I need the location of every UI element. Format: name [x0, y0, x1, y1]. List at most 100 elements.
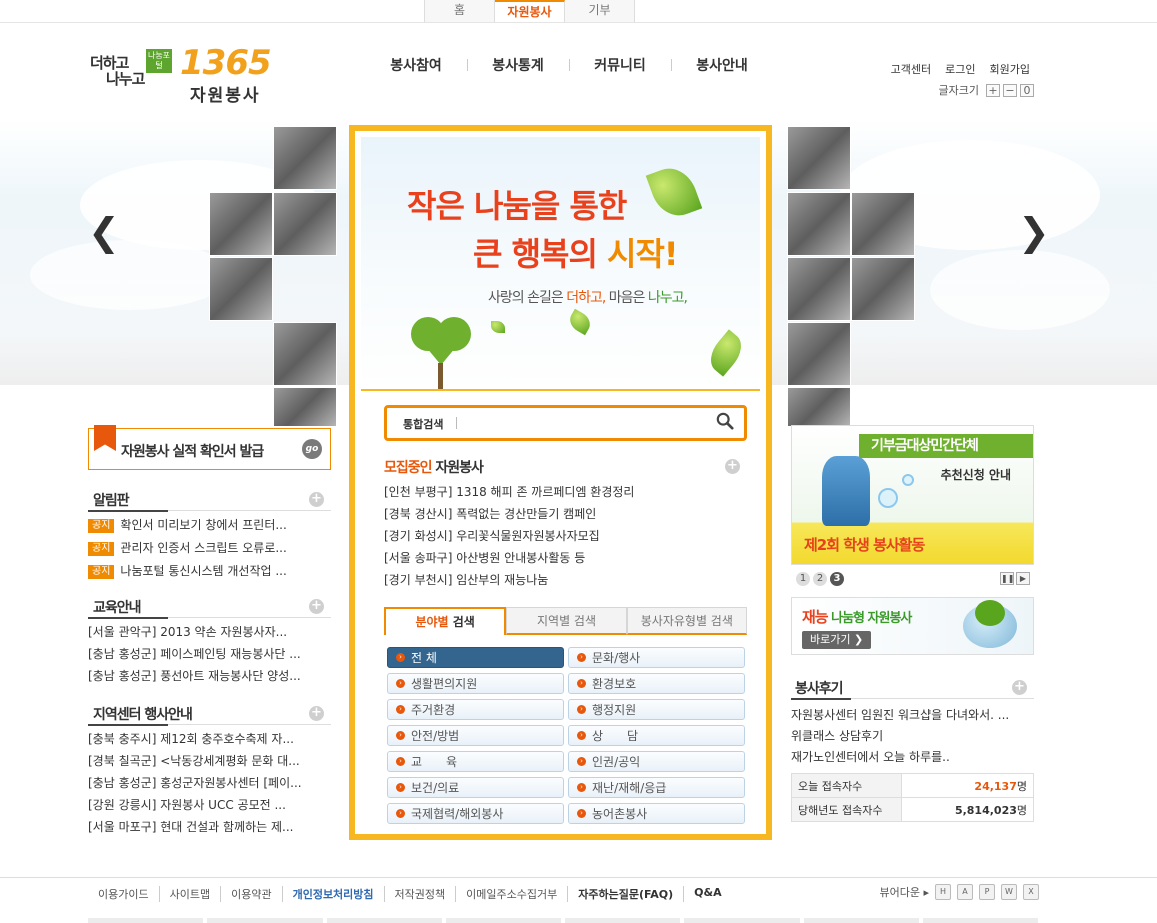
- prev-arrow-icon[interactable]: ❮: [88, 210, 120, 254]
- hwp-viewer-icon[interactable]: H: [935, 884, 951, 900]
- list-item[interactable]: 재가노인센터에서 오늘 하루를..: [791, 747, 1009, 768]
- list-item[interactable]: [서울 송파구] 아산병원 안내봉사활동 등: [384, 547, 634, 569]
- list-item[interactable]: [충남 홍성군] 페이스페인팅 재능봉사단 ...: [88, 643, 301, 665]
- footer-link-email-refusal[interactable]: 이메일주소수집거부: [455, 886, 567, 902]
- list-item[interactable]: 공지 확인서 미리보기 창에서 프린터...: [88, 514, 287, 537]
- person-illustration: [822, 456, 870, 526]
- category-living-support[interactable]: › 생활편의지원: [387, 673, 564, 694]
- list-item[interactable]: 공지 나눔포털 통신시스템 개선작업 ...: [88, 560, 287, 583]
- utility-links: 고객센터 로그인 회원가입: [891, 61, 1030, 77]
- font-decrease-button[interactable]: −: [1003, 83, 1017, 97]
- category-safety[interactable]: › 안전/방범: [387, 725, 564, 746]
- signup-link[interactable]: 회원가입: [990, 61, 1030, 77]
- category-health[interactable]: › 보건/의료: [387, 777, 564, 798]
- pause-icon[interactable]: ❚❚: [1000, 572, 1014, 585]
- review-more-icon[interactable]: +: [1012, 680, 1027, 695]
- tab-by-region[interactable]: 지역별 검색: [506, 607, 627, 635]
- banner-event-text: 제2회 학생 봉사활동: [804, 536, 925, 554]
- category-all[interactable]: › 전 체: [387, 647, 564, 668]
- list-item[interactable]: [경북 칠곡군] <낙동강세계평화 문화 대...: [88, 750, 302, 772]
- excel-viewer-icon[interactable]: X: [1023, 884, 1039, 900]
- list-item[interactable]: 공지 관리자 인증서 스크립트 오류로...: [88, 537, 287, 560]
- footer-link-terms[interactable]: 이용약관: [220, 886, 281, 902]
- edu-more-icon[interactable]: +: [309, 599, 324, 614]
- board-more-icon[interactable]: +: [309, 492, 324, 507]
- tab-by-field[interactable]: 분야별 검색: [384, 607, 507, 635]
- stat-label: 오늘 접속자수: [791, 773, 902, 798]
- list-item[interactable]: [경기 부천시] 임산부의 재능나눔: [384, 569, 634, 591]
- cert-issue-button[interactable]: 자원봉사 실적 확인서 발급 go: [88, 425, 331, 470]
- next-icon[interactable]: ▶: [1016, 572, 1030, 585]
- category-culture[interactable]: › 문화/행사: [568, 647, 745, 668]
- board-list: 공지 확인서 미리보기 창에서 프린터... 공지 관리자 인증서 스크립트 오류로…: [88, 514, 287, 583]
- word-viewer-icon[interactable]: W: [1001, 884, 1017, 900]
- nav-item-community[interactable]: 커뮤니티: [569, 55, 671, 75]
- footer-link-qna[interactable]: Q&A: [683, 886, 731, 902]
- edu-list: [서울 관악구] 2013 약손 자원봉사자... [충남 홍성군] 페이스페인…: [88, 621, 301, 687]
- font-reset-button[interactable]: 0: [1020, 83, 1034, 97]
- category-environment[interactable]: › 환경보호: [568, 673, 745, 694]
- site-logo[interactable]: 더하고 나누고 나눔포털 1365 자원봉사: [90, 43, 280, 106]
- category-international[interactable]: › 국제협력/해외봉사: [387, 803, 564, 824]
- search-input[interactable]: [479, 413, 709, 433]
- logo-slogan: 더하고 나누고: [90, 54, 145, 87]
- category-housing[interactable]: › 주거환경: [387, 699, 564, 720]
- board-divider: [88, 510, 331, 512]
- nav-item-guide[interactable]: 봉사안내: [671, 55, 773, 75]
- list-item[interactable]: [강원 강릉시] 자원봉사 UCC 공모전 ...: [88, 794, 302, 816]
- ppt-viewer-icon[interactable]: P: [979, 884, 995, 900]
- category-human-rights[interactable]: › 인권/공익: [568, 751, 745, 772]
- list-item[interactable]: [서울 관악구] 2013 약손 자원봉사자...: [88, 621, 301, 643]
- tree-icon: [975, 600, 1005, 626]
- category-admin[interactable]: › 행정지원: [568, 699, 745, 720]
- list-item[interactable]: [경북 경산시] 폭력없는 경산만들기 캠페인: [384, 503, 634, 525]
- center-events-more-icon[interactable]: +: [309, 706, 324, 721]
- list-item[interactable]: [충남 홍성군] 풍선아트 재능봉사단 양성...: [88, 665, 301, 687]
- list-item[interactable]: [충북 충주시] 제12회 충주호수축제 자...: [88, 728, 302, 750]
- talent-banner-title: 재능 나눔형 자원봉사: [802, 608, 912, 626]
- bubble-icon: [878, 488, 898, 508]
- leaf-icon: [491, 321, 505, 333]
- category-disaster[interactable]: › 재난/재해/응급: [568, 777, 745, 798]
- list-item[interactable]: 위클래스 상담후기: [791, 726, 1009, 747]
- recruit-more-icon[interactable]: +: [725, 459, 740, 474]
- font-increase-button[interactable]: +: [986, 83, 1000, 97]
- pager-dot-3[interactable]: 3: [830, 572, 844, 586]
- category-counseling[interactable]: › 상 담: [568, 725, 745, 746]
- tab-by-volunteer-type[interactable]: 봉사자유형별 검색: [626, 607, 747, 635]
- collage-photo: [273, 387, 337, 427]
- logo-slogan-line1: 더하고: [90, 54, 129, 72]
- list-item[interactable]: 자원봉사센터 임원진 워크샵을 다녀와서. ...: [791, 705, 1009, 726]
- footer-link-guide[interactable]: 이용가이드: [88, 886, 159, 902]
- go-shortcut-button[interactable]: 바로가기 ❯: [802, 631, 872, 649]
- search-icon[interactable]: [716, 412, 734, 430]
- tab-volunteer[interactable]: 자원봉사: [495, 0, 565, 23]
- center-events-list: [충북 충주시] 제12회 충주호수축제 자... [경북 칠곡군] <낙동강세…: [88, 728, 302, 838]
- pdf-viewer-icon[interactable]: A: [957, 884, 973, 900]
- footer-links: 이용가이드 사이트맵 이용약관 개인정보처리방침 저작권정책 이메일주소수집거부…: [88, 886, 732, 902]
- tab-donation[interactable]: 기부: [565, 0, 635, 23]
- list-item[interactable]: [서울 마포구] 현대 건설과 함께하는 제...: [88, 816, 302, 838]
- pager-dot-1[interactable]: 1: [796, 572, 810, 586]
- nav-item-participate[interactable]: 봉사참여: [365, 55, 467, 75]
- tab-home[interactable]: 홈: [425, 0, 495, 23]
- footer-link-faq[interactable]: 자주하는질문(FAQ): [567, 886, 683, 902]
- list-item[interactable]: [경기 화성시] 우리꽃식물원자원봉사자모집: [384, 525, 634, 547]
- list-item[interactable]: [충남 홍성군] 홍성군자원봉사센터 [페이...: [88, 772, 302, 794]
- footer-bottom-strip: [88, 918, 1038, 923]
- next-arrow-icon[interactable]: ❯: [1018, 210, 1050, 254]
- customer-center-link[interactable]: 고객센터: [891, 61, 931, 77]
- list-item[interactable]: [인천 부평구] 1318 해피 존 까르페디엠 환경정리: [384, 481, 634, 503]
- footer-link-privacy[interactable]: 개인정보처리방침: [281, 886, 384, 902]
- notice-badge: 공지: [88, 541, 115, 556]
- donation-org-banner[interactable]: 기부금대상민간단체 추천신청 안내 제2회 학생 봉사활동: [791, 425, 1034, 565]
- category-education[interactable]: › 교 육: [387, 751, 564, 772]
- nav-item-statistics[interactable]: 봉사통계: [467, 55, 569, 75]
- talent-volunteer-banner[interactable]: 재능 나눔형 자원봉사 바로가기 ❯: [791, 597, 1034, 655]
- footer-link-sitemap[interactable]: 사이트맵: [158, 886, 220, 902]
- category-rural[interactable]: › 농어촌봉사: [568, 803, 745, 824]
- footer-link-copyright[interactable]: 저작권정책: [383, 886, 456, 902]
- pager-dot-2[interactable]: 2: [813, 572, 827, 586]
- hero-divider: [361, 389, 760, 391]
- login-link[interactable]: 로그인: [945, 61, 975, 77]
